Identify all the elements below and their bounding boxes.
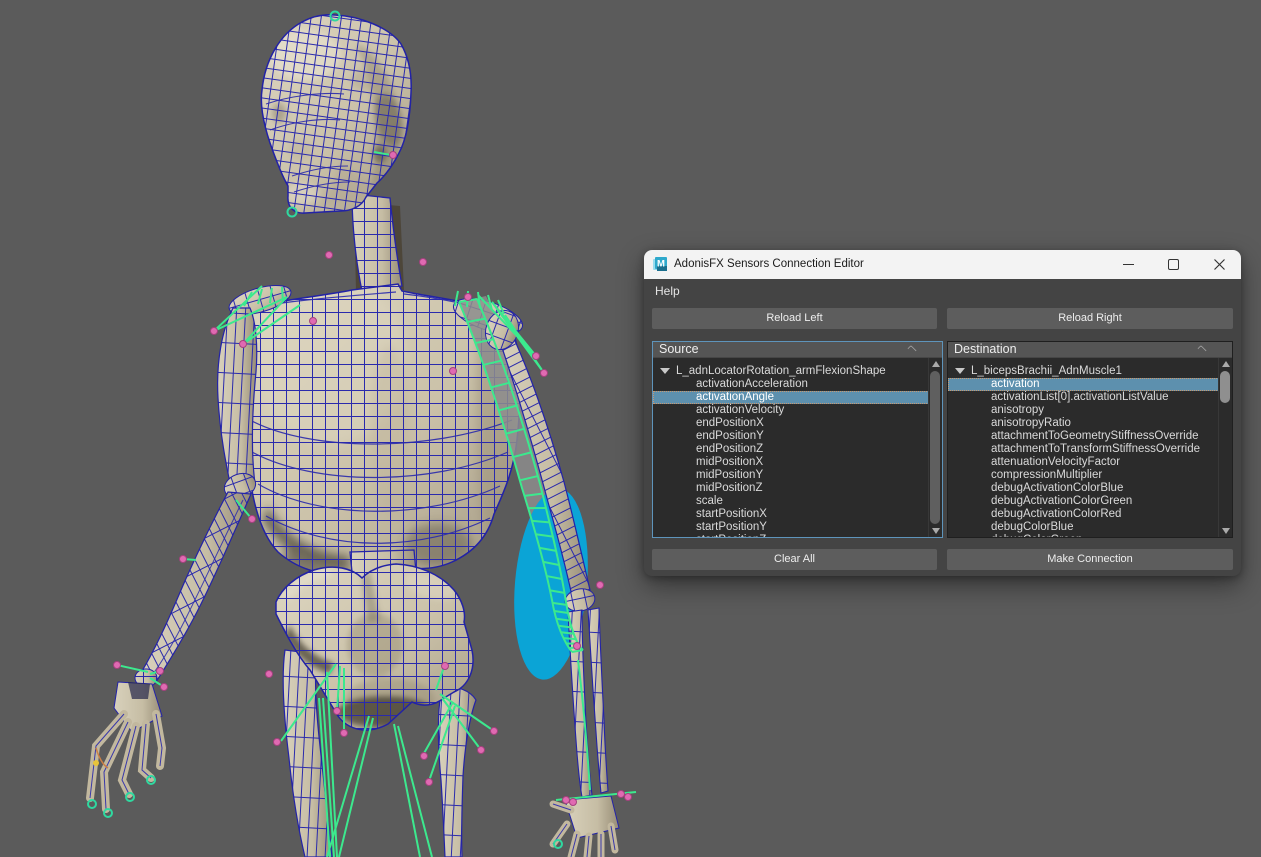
svg-text:M: M xyxy=(657,259,665,270)
